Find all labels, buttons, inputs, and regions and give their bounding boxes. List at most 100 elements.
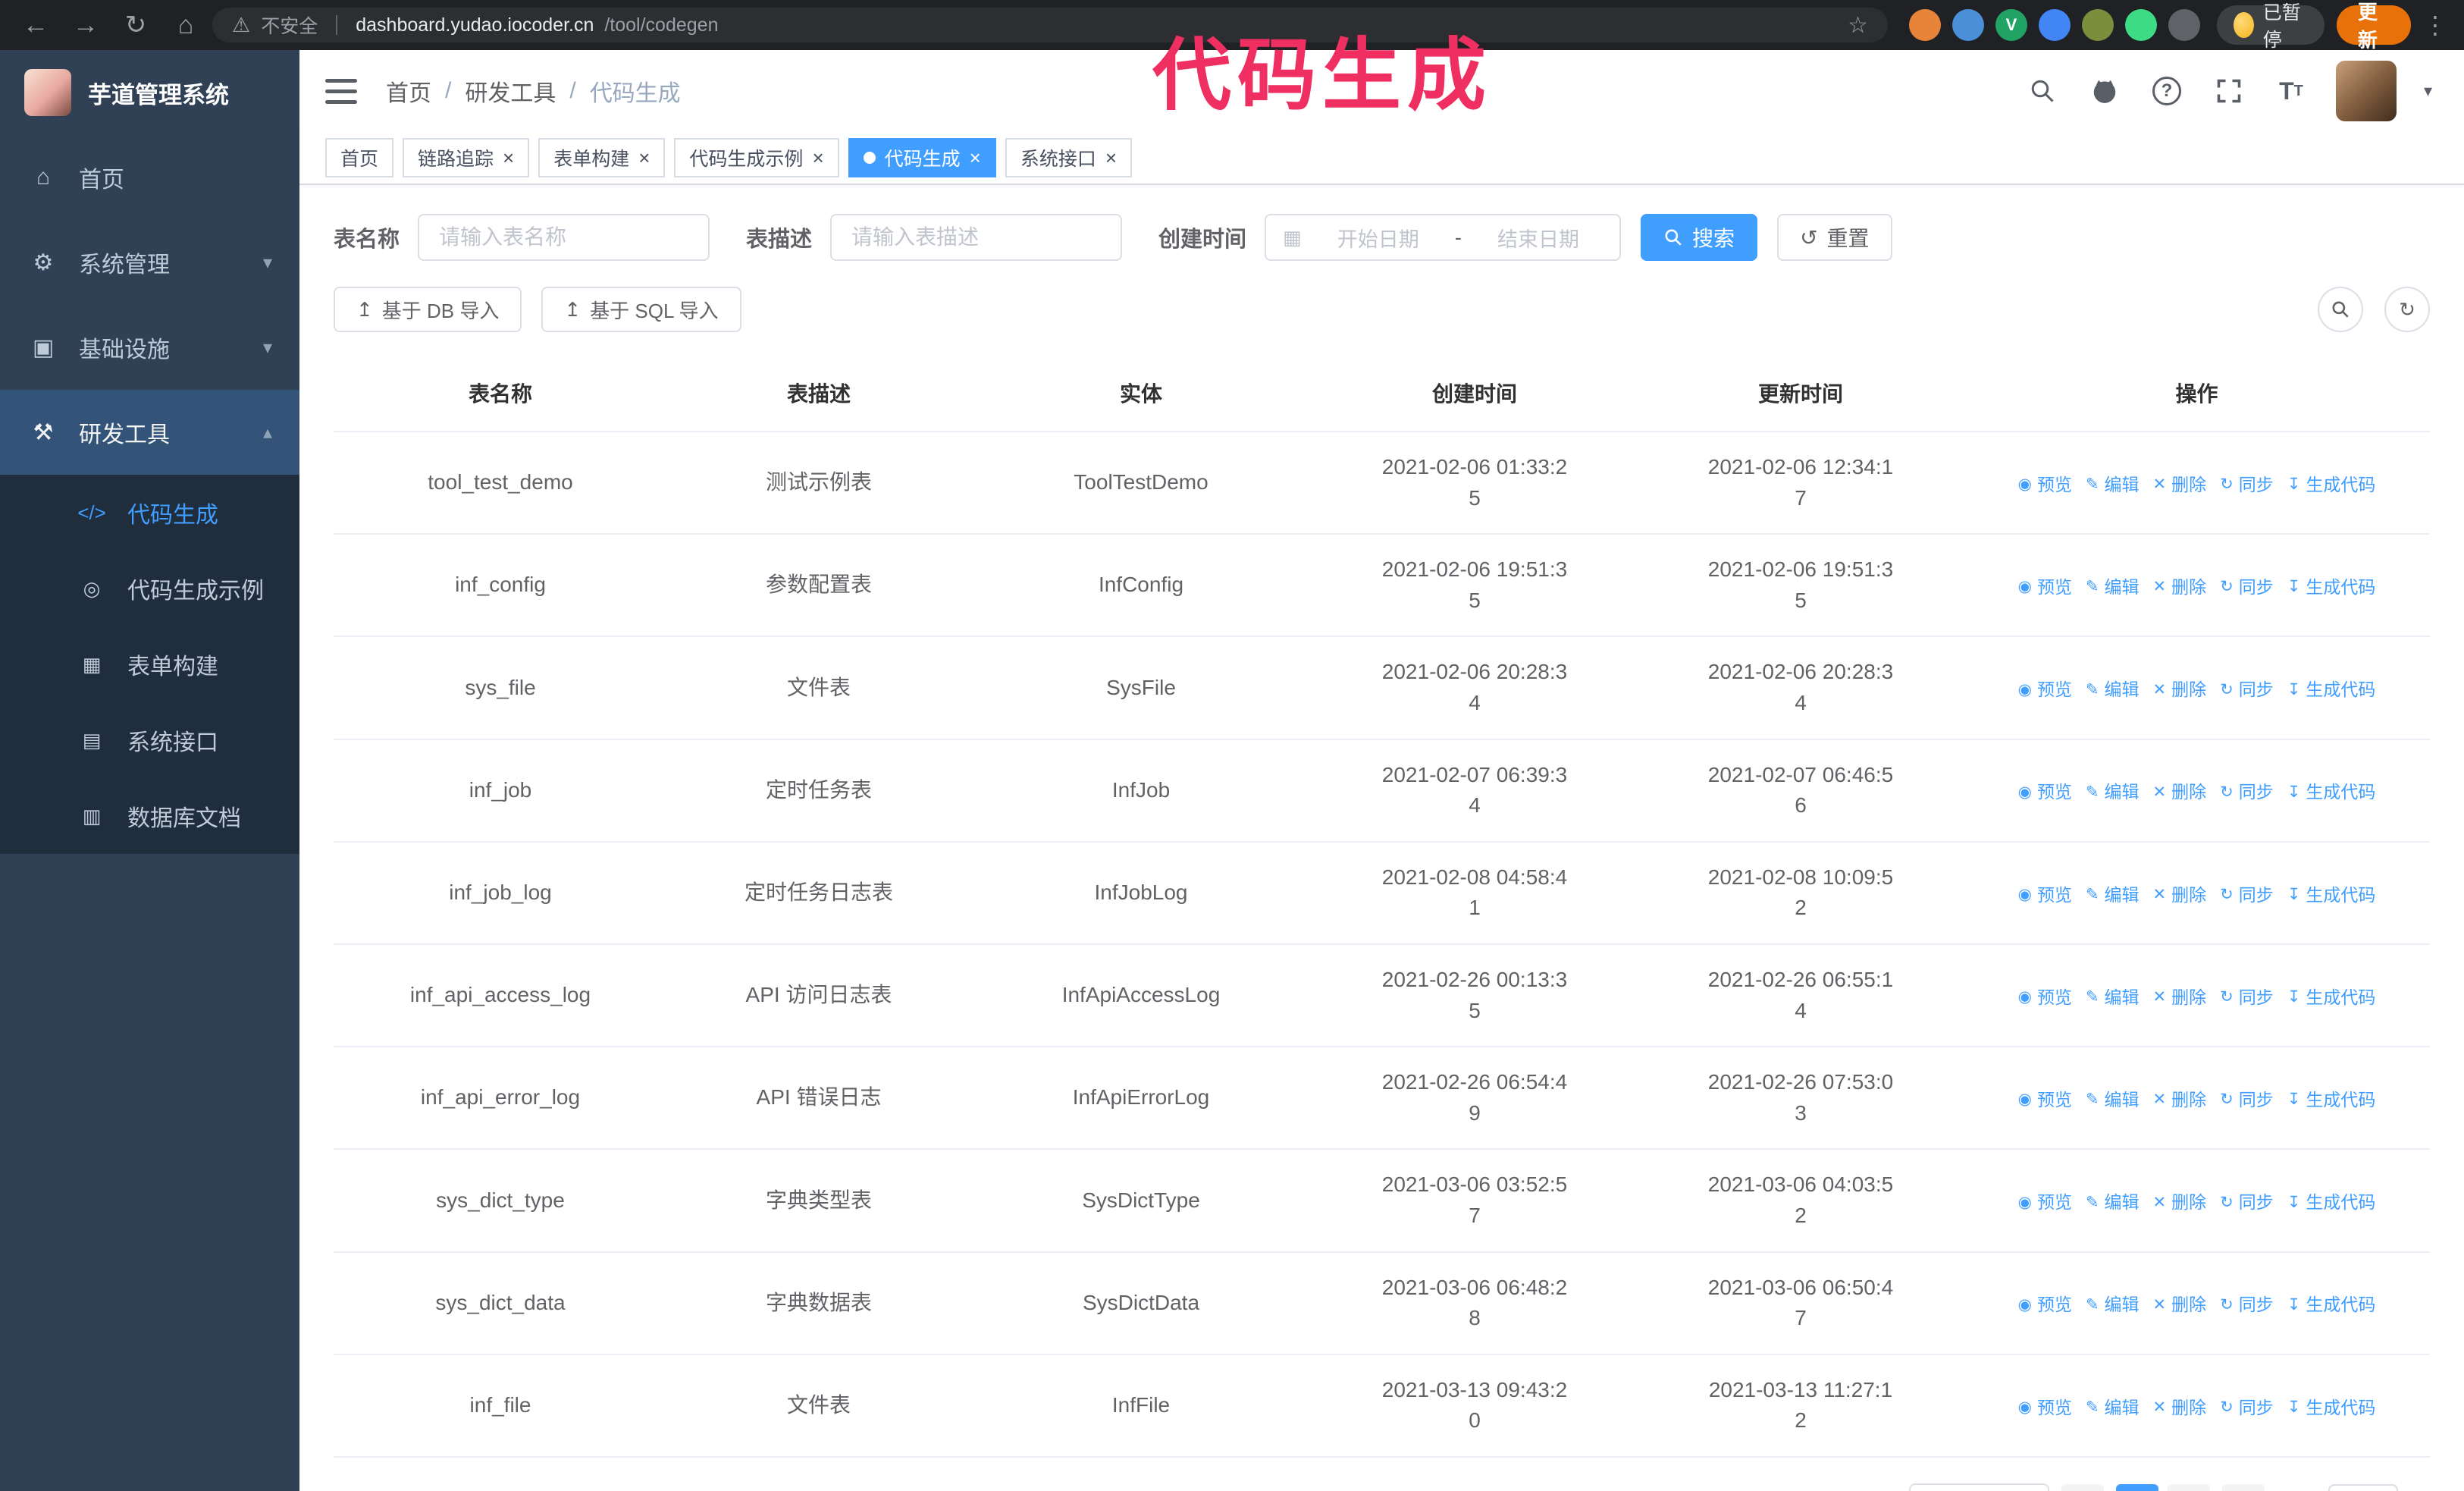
extension-puzzle[interactable] (2168, 9, 2200, 41)
security-label[interactable]: 不安全 (261, 11, 318, 39)
sidebar-item[interactable]: ▣ 基础设施 ▾ (0, 305, 299, 390)
action-eye[interactable]: ◉ 预览 (2018, 575, 2072, 600)
action-edit[interactable]: ✎ 编辑 (2086, 677, 2140, 702)
action-delete[interactable]: ✕ 删除 (2153, 883, 2207, 908)
table-desc-input[interactable] (830, 214, 1123, 261)
caret-down-icon[interactable]: ▾ (2424, 81, 2432, 101)
action-sync[interactable]: ↻ 同步 (2220, 780, 2274, 805)
action-download[interactable]: ↧ 生成代码 (2287, 883, 2376, 908)
action-delete[interactable]: ✕ 删除 (2153, 1190, 2207, 1215)
extension-drop[interactable] (1952, 9, 1984, 41)
sidebar-item[interactable]: ⌂ 首页 (0, 135, 299, 220)
action-delete[interactable]: ✕ 删除 (2153, 780, 2207, 805)
sidebar-item[interactable]: ⚙ 系统管理 ▾ (0, 220, 299, 305)
action-delete[interactable]: ✕ 删除 (2153, 1088, 2207, 1113)
action-edit[interactable]: ✎ 编辑 (2086, 883, 2140, 908)
help-icon[interactable]: ? (2149, 74, 2184, 108)
fullscreen-icon[interactable] (2212, 74, 2246, 108)
tab-item[interactable]: 代码生成示例 × (674, 138, 839, 177)
tab-item[interactable]: 首页 (325, 138, 394, 177)
breadcrumb-item[interactable]: 研发工具 (465, 74, 556, 108)
action-eye[interactable]: ◉ 预览 (2018, 780, 2072, 805)
action-sync[interactable]: ↻ 同步 (2220, 985, 2274, 1010)
paused-badge[interactable]: 已暂停 (2217, 2, 2324, 51)
close-icon[interactable]: × (812, 148, 823, 168)
action-edit[interactable]: ✎ 编辑 (2086, 575, 2140, 600)
home-icon[interactable]: ⌂ (167, 6, 205, 44)
sidebar-subitem[interactable]: ▤ 系统接口 (0, 702, 299, 778)
tab-item[interactable]: 表单构建 × (538, 138, 666, 177)
action-download[interactable]: ↧ 生成代码 (2287, 780, 2376, 805)
date-range-picker[interactable]: ▦ 开始日期 - 结束日期 (1265, 214, 1622, 261)
action-delete[interactable]: ✕ 删除 (2153, 1292, 2207, 1317)
action-edit[interactable]: ✎ 编辑 (2086, 472, 2140, 498)
page-button-1[interactable]: 1 (2115, 1483, 2158, 1491)
sidebar-item[interactable]: ⚒ 研发工具 ▴ (0, 390, 299, 475)
action-edit[interactable]: ✎ 编辑 (2086, 1190, 2140, 1215)
sidebar-subitem[interactable]: </> 代码生成 (0, 475, 299, 551)
action-edit[interactable]: ✎ 编辑 (2086, 1292, 2140, 1317)
breadcrumb-item[interactable]: 首页 (386, 74, 431, 108)
reset-button[interactable]: ↺ 重置 (1777, 214, 1892, 261)
kebab-menu-icon[interactable]: ⋮ (2423, 11, 2447, 39)
refresh-button[interactable]: ↻ (2384, 287, 2430, 332)
action-sync[interactable]: ↻ 同步 (2220, 575, 2274, 600)
extension-leaf[interactable] (2125, 9, 2157, 41)
close-icon[interactable]: × (970, 148, 981, 168)
sidebar-subitem[interactable]: ▦ 表单构建 (0, 626, 299, 702)
github-icon[interactable] (2087, 74, 2122, 108)
action-sync[interactable]: ↻ 同步 (2220, 1292, 2274, 1317)
action-delete[interactable]: ✕ 删除 (2153, 1395, 2207, 1420)
action-delete[interactable]: ✕ 删除 (2153, 985, 2207, 1010)
import-sql-button[interactable]: ↥ 基于 SQL 导入 (541, 287, 741, 332)
action-edit[interactable]: ✎ 编辑 (2086, 780, 2140, 805)
tab-active[interactable]: 代码生成 × (848, 138, 996, 177)
action-eye[interactable]: ◉ 预览 (2018, 1395, 2072, 1420)
action-download[interactable]: ↧ 生成代码 (2287, 472, 2376, 498)
action-download[interactable]: ↧ 生成代码 (2287, 677, 2376, 702)
close-icon[interactable]: × (503, 148, 514, 168)
address-bar[interactable]: ⚠ 不安全 dashboard.yudao.iocoder.cn/tool/co… (212, 8, 1888, 42)
action-eye[interactable]: ◉ 预览 (2018, 985, 2072, 1010)
goto-page-input[interactable] (2328, 1483, 2398, 1491)
page-size-select[interactable]: 10条/页 ▾ (1908, 1483, 2049, 1491)
action-edit[interactable]: ✎ 编辑 (2086, 985, 2140, 1010)
action-sync[interactable]: ↻ 同步 (2220, 1395, 2274, 1420)
action-edit[interactable]: ✎ 编辑 (2086, 1088, 2140, 1113)
table-name-input[interactable] (418, 214, 710, 261)
action-download[interactable]: ↧ 生成代码 (2287, 1088, 2376, 1113)
close-icon[interactable]: × (638, 148, 650, 168)
action-eye[interactable]: ◉ 预览 (2018, 1088, 2072, 1113)
search-button[interactable]: 搜索 (1641, 214, 1758, 261)
action-download[interactable]: ↧ 生成代码 (2287, 1395, 2376, 1420)
close-icon[interactable]: × (1105, 148, 1117, 168)
action-download[interactable]: ↧ 生成代码 (2287, 985, 2376, 1010)
import-db-button[interactable]: ↥ 基于 DB 导入 (334, 287, 522, 332)
action-edit[interactable]: ✎ 编辑 (2086, 1395, 2140, 1420)
action-delete[interactable]: ✕ 删除 (2153, 575, 2207, 600)
fontsize-icon[interactable]: TT (2274, 74, 2309, 108)
action-eye[interactable]: ◉ 预览 (2018, 472, 2072, 498)
user-avatar[interactable] (2335, 61, 2397, 121)
extension-people[interactable] (2039, 9, 2071, 41)
sidebar-subitem[interactable]: ◎ 代码生成示例 (0, 551, 299, 626)
action-eye[interactable]: ◉ 预览 (2018, 883, 2072, 908)
bookmark-star-icon[interactable]: ☆ (1848, 12, 1868, 39)
action-sync[interactable]: ↻ 同步 (2220, 677, 2274, 702)
tab-item[interactable]: 链路追踪 × (403, 138, 530, 177)
tab-item[interactable]: 系统接口 × (1005, 138, 1133, 177)
extension-fox[interactable] (1909, 9, 1941, 41)
extension-olive[interactable] (2082, 9, 2114, 41)
action-delete[interactable]: ✕ 删除 (2153, 472, 2207, 498)
next-page-button[interactable]: › (2221, 1483, 2265, 1491)
action-download[interactable]: ↧ 生成代码 (2287, 1292, 2376, 1317)
action-eye[interactable]: ◉ 预览 (2018, 1190, 2072, 1215)
hamburger-icon[interactable] (325, 78, 357, 104)
action-download[interactable]: ↧ 生成代码 (2287, 1190, 2376, 1215)
toggle-search-button[interactable] (2318, 287, 2363, 332)
action-sync[interactable]: ↻ 同步 (2220, 883, 2274, 908)
page-button-2[interactable]: 2 (2167, 1483, 2210, 1491)
action-eye[interactable]: ◉ 预览 (2018, 677, 2072, 702)
extension-v[interactable]: V (1995, 9, 2027, 41)
back-icon[interactable]: ← (17, 6, 55, 44)
